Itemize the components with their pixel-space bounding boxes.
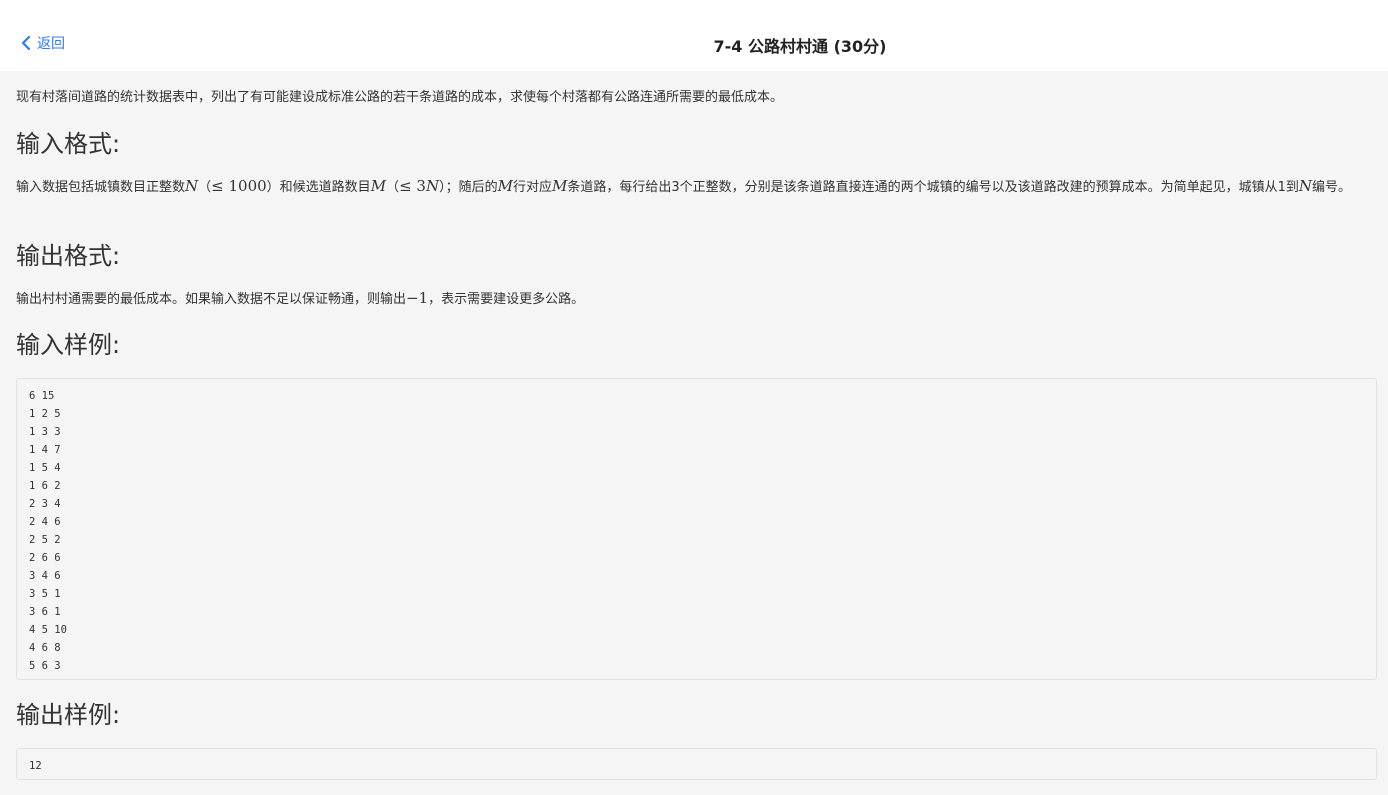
code-line: 2 3 4 xyxy=(29,498,61,510)
code-line: 1 3 3 xyxy=(29,426,61,438)
sample-input-heading: 输入样例: xyxy=(16,331,121,359)
code-line: 1 5 4 xyxy=(29,462,61,474)
code-line: 4 5 10 xyxy=(29,624,67,636)
input-format-heading: 输入格式: xyxy=(16,130,121,158)
page-title: 7-4 公路村村通 (30分) xyxy=(713,37,887,56)
code-line: 1 2 5 xyxy=(29,408,61,420)
output-format-heading: 输出格式: xyxy=(16,242,121,270)
code-line: 4 6 8 xyxy=(29,642,61,654)
code-line: 3 6 1 xyxy=(29,606,61,618)
sample-input-code: 6 15 1 2 5 1 3 3 1 4 7 1 5 4 1 6 2 2 3 4 2 4 6 2… xyxy=(16,378,1377,680)
code-line: 12 xyxy=(29,760,42,772)
code-line: 2 6 6 xyxy=(29,552,61,564)
top-bar: 返回 7-4 公路村村通 (30分) xyxy=(0,0,1388,71)
code-line: 1 6 2 xyxy=(29,480,61,492)
output-format-text: 输出村村通需要的最低成本。如果输入数据不足以保证畅通，则输出−1，表示需要建设更… xyxy=(16,289,585,307)
code-line: 6 15 xyxy=(29,390,55,402)
sample-output-code: 12 xyxy=(16,748,1377,780)
sample-output-heading: 输出样例: xyxy=(16,701,121,729)
input-format-text: 输入数据包括城镇数目正整数N（≤ 1000）和候选道路数目M（≤ 3N）；随后的… xyxy=(16,177,1352,195)
code-line: 3 4 6 xyxy=(29,570,61,582)
code-line: 2 5 2 xyxy=(29,534,61,546)
code-line: 5 6 3 xyxy=(29,660,61,672)
code-line: 3 5 1 xyxy=(29,588,61,600)
code-line: 1 4 7 xyxy=(29,444,61,456)
code-line: 2 4 6 xyxy=(29,516,61,528)
problem-description: 现有村落间道路的统计数据表中，列出了有可能建设成标准公路的若干条道路的成本，求使… xyxy=(16,90,784,105)
